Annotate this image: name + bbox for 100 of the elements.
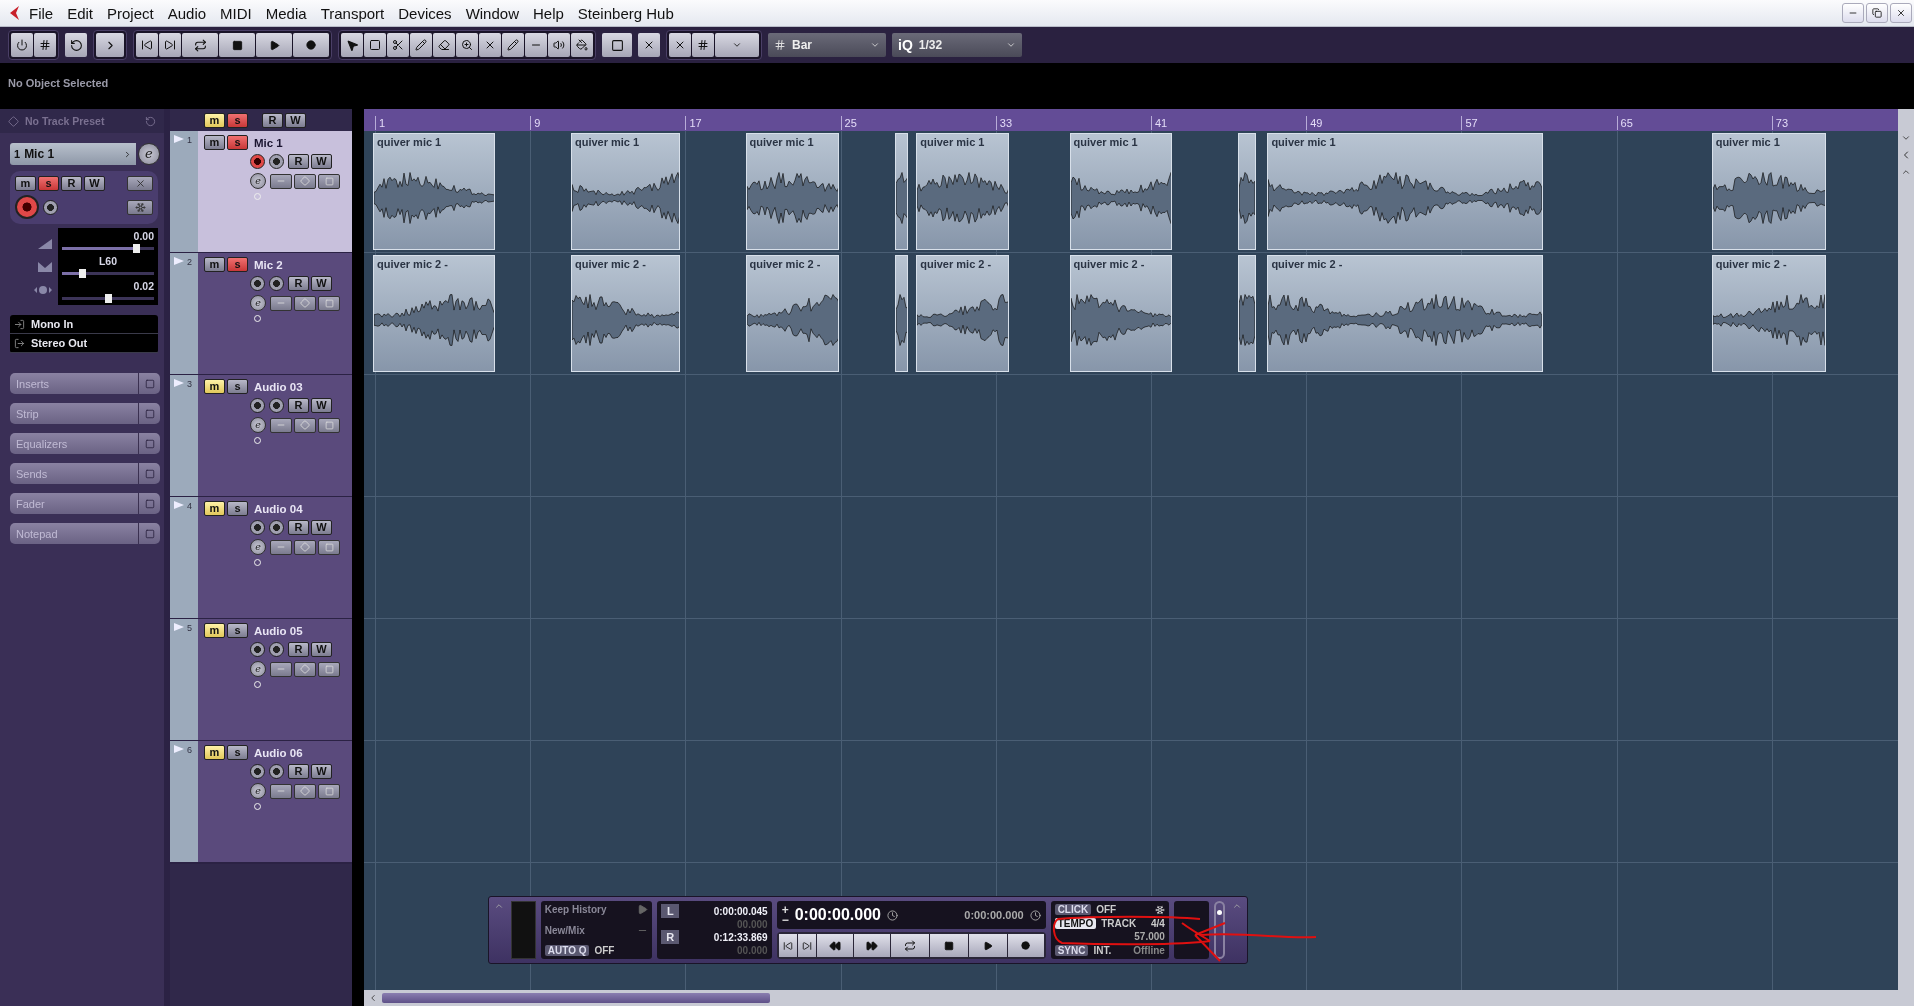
menu-item[interactable]: Help <box>526 4 571 22</box>
audio-clip[interactable] <box>894 255 909 372</box>
audio-clip[interactable]: quiver mic 2 - <box>745 255 839 372</box>
layout-button[interactable] <box>34 33 56 57</box>
edit-channel-button[interactable]: e <box>250 295 266 311</box>
mute-button[interactable]: m <box>204 623 225 638</box>
object-select-tool[interactable] <box>341 33 363 57</box>
erase-tool[interactable] <box>433 33 455 57</box>
play-button[interactable] <box>256 33 292 57</box>
audio-clip[interactable]: quiver mic 2 - <box>373 255 496 372</box>
audio-clip[interactable]: quiver mic 1 <box>1069 133 1173 250</box>
color-menu-button[interactable] <box>602 33 632 57</box>
audio-clip[interactable]: quiver mic 2 - <box>1267 255 1543 372</box>
audio-clip[interactable] <box>1238 255 1256 372</box>
read-button[interactable]: R <box>288 642 309 657</box>
read-button[interactable]: R <box>288 764 309 779</box>
send-bypass-button[interactable] <box>318 295 340 311</box>
nudge-plus-button[interactable]: + <box>781 905 789 915</box>
solo-button[interactable]: s <box>227 745 248 760</box>
record-button[interactable] <box>293 33 329 57</box>
menu-item[interactable]: Devices <box>391 4 459 22</box>
audio-clip[interactable]: quiver mic 2 - <box>916 255 1010 372</box>
global-read-button[interactable]: R <box>262 112 283 128</box>
delay-slider-thumb[interactable] <box>105 294 112 303</box>
menu-item[interactable]: File <box>22 4 61 22</box>
monitor-button[interactable] <box>269 642 284 657</box>
grid-type-dropdown[interactable]: Bar <box>768 33 886 57</box>
right-locator-button[interactable]: R <box>661 930 680 945</box>
read-button[interactable]: R <box>288 398 309 413</box>
read-button[interactable]: R <box>288 276 309 291</box>
record-button[interactable] <box>1007 934 1044 957</box>
minimize-button[interactable] <box>1842 3 1864 23</box>
auto-quantize-button[interactable]: AUTO Q <box>544 945 590 956</box>
go-start-button[interactable] <box>778 934 797 957</box>
edit-channel-button[interactable]: e <box>138 143 160 165</box>
monitor-button[interactable] <box>43 199 58 215</box>
write-button[interactable]: W <box>84 176 105 191</box>
stop-button[interactable] <box>929 934 968 957</box>
insert-bypass-button[interactable] <box>270 417 292 433</box>
jog-slider-track[interactable] <box>1213 901 1226 959</box>
record-enable-button[interactable] <box>250 398 265 413</box>
audio-clip[interactable] <box>894 133 909 250</box>
pan-slider-thumb[interactable] <box>79 269 87 278</box>
track-name-selector[interactable]: 1 Mic 1 <box>10 143 136 165</box>
freeze-button[interactable] <box>127 199 153 215</box>
tempo-button[interactable]: TEMPO <box>1054 917 1097 929</box>
split-tool[interactable] <box>387 33 409 57</box>
left-locator-button[interactable]: L <box>661 904 680 918</box>
snap-button[interactable] <box>692 33 714 57</box>
record-enable-button[interactable] <box>250 642 265 657</box>
send-bypass-button[interactable] <box>318 661 340 677</box>
insert-bypass-button[interactable] <box>270 783 292 799</box>
forward-button[interactable] <box>853 934 890 957</box>
mute-button[interactable]: m <box>204 379 225 394</box>
cycle-button[interactable] <box>182 33 218 57</box>
track-header[interactable]: 1 m s Mic 1 R W e <box>170 131 352 253</box>
record-enable-button[interactable] <box>250 154 265 169</box>
menu-item[interactable]: Steinberg Hub <box>570 4 681 22</box>
mute-button[interactable]: m <box>204 745 225 760</box>
monitor-button[interactable] <box>269 764 284 779</box>
monitor-button[interactable] <box>269 276 284 291</box>
stop-button[interactable] <box>219 33 255 57</box>
eq-bypass-button[interactable] <box>294 661 316 677</box>
horizontal-scrollbar-thumb[interactable] <box>382 993 770 1003</box>
constrain-button[interactable] <box>65 33 87 57</box>
record-enable-button[interactable] <box>250 764 265 779</box>
restore-button[interactable] <box>1866 3 1888 23</box>
mute-button[interactable]: m <box>204 257 225 272</box>
edit-channel-button[interactable]: e <box>250 661 266 677</box>
menu-item[interactable]: Edit <box>60 4 101 22</box>
send-bypass-button[interactable] <box>318 539 340 555</box>
auto-select-button[interactable] <box>638 33 660 57</box>
glue-tool[interactable] <box>410 33 432 57</box>
audio-clip[interactable]: quiver mic 2 - <box>1069 255 1173 372</box>
output-routing[interactable]: Stereo Out <box>31 337 88 349</box>
bar-ruler[interactable]: 1 9 17 25 33 41 49 57 65 73 <box>364 109 1898 131</box>
range-tool[interactable] <box>364 33 386 57</box>
audio-clip[interactable]: quiver mic 1 <box>1267 133 1543 250</box>
menu-item[interactable]: Media <box>258 4 314 22</box>
write-button[interactable]: W <box>311 398 332 413</box>
global-solo-button[interactable]: s <box>227 112 248 128</box>
edit-channel-button[interactable]: e <box>250 417 266 433</box>
solo-button[interactable]: s <box>38 176 59 191</box>
zoom-tool[interactable] <box>456 33 478 57</box>
solo-button[interactable]: s <box>227 257 248 272</box>
edit-channel-button[interactable]: e <box>250 539 266 555</box>
volume-slider-thumb[interactable] <box>132 244 140 253</box>
mute-button[interactable]: m <box>15 176 36 191</box>
quantize-dropdown[interactable]: iQ 1/32 <box>892 33 1022 57</box>
cycle-button[interactable] <box>890 934 929 957</box>
write-button[interactable]: W <box>311 276 332 291</box>
write-button[interactable]: W <box>311 764 332 779</box>
send-bypass-button[interactable] <box>318 783 340 799</box>
read-button[interactable]: R <box>288 520 309 535</box>
input-routing[interactable]: Mono In <box>31 318 74 330</box>
insert-bypass-button[interactable] <box>270 661 292 677</box>
draw-tool[interactable] <box>502 33 524 57</box>
track-header[interactable]: 5 m s Audio 05 R W e <box>170 619 352 741</box>
menu-item[interactable]: Audio <box>160 4 214 22</box>
eq-bypass-button[interactable] <box>294 417 316 433</box>
